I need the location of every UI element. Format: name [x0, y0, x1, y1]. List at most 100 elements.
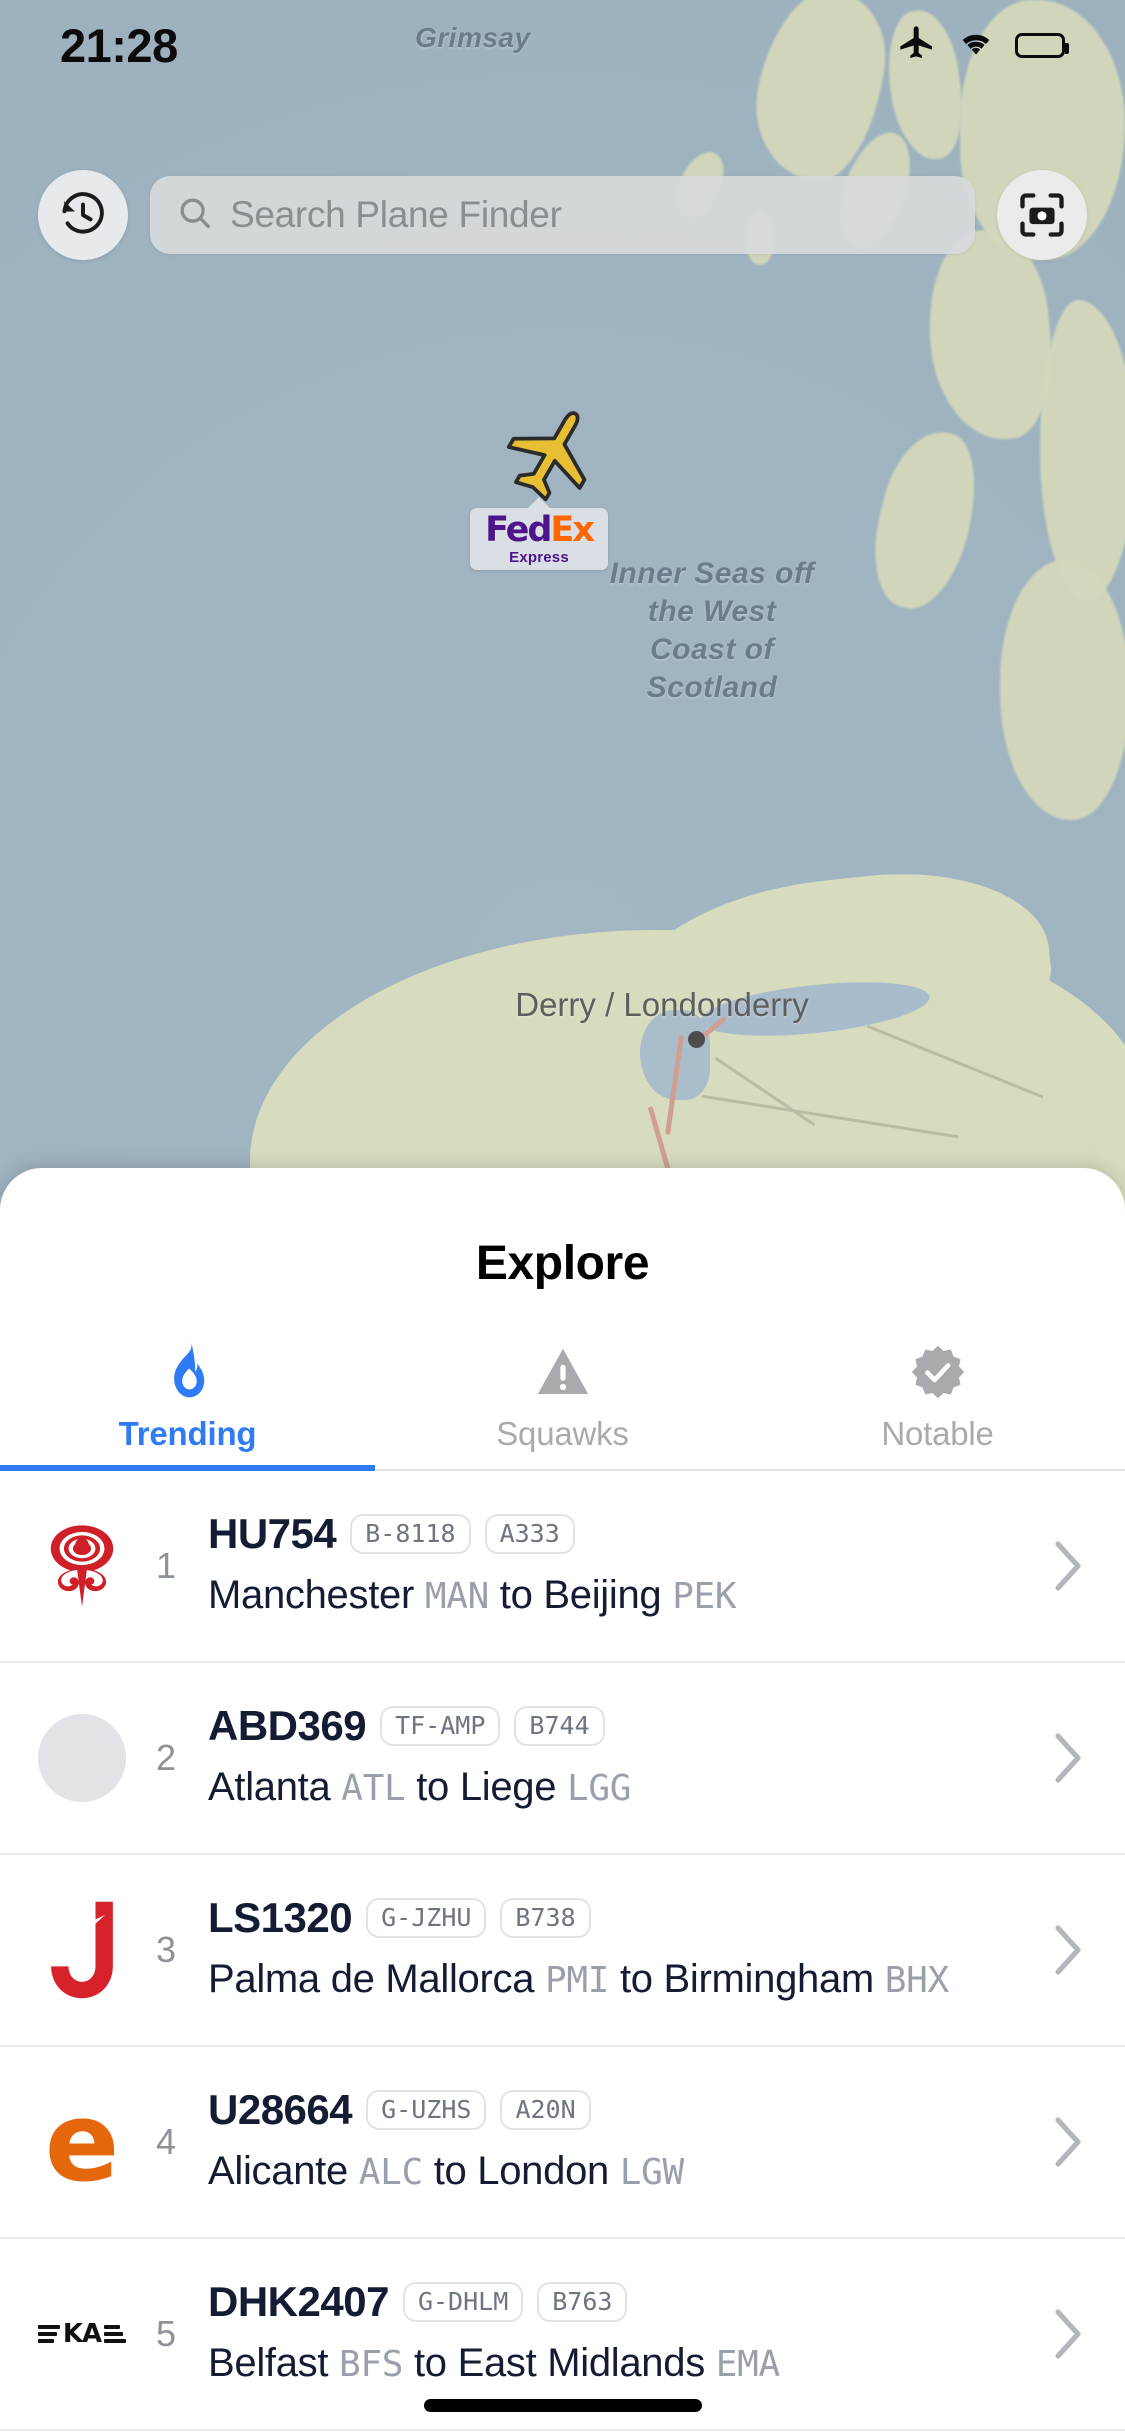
flight-list: 1 HU754 B-8118 A333 Manchester MAN to Be…: [0, 1471, 1125, 2431]
route-text: Manchester MAN to Beijing PEK: [208, 1570, 1035, 1622]
search-bar-row: Search Plane Finder: [0, 170, 1125, 260]
map-label-sea-area: Inner Seas off the West Coast of Scotlan…: [609, 557, 815, 704]
airplane-mode-icon: [897, 23, 937, 68]
route-text: Belfast BFS to East Midlands EMA: [208, 2338, 1035, 2390]
tab-trending-label: Trending: [118, 1415, 257, 1452]
flight-airline-callout[interactable]: FedEx Express: [470, 508, 608, 570]
aircraft-type-tag: A333: [484, 1514, 575, 1554]
easyjet-e-glyph: e: [44, 2077, 120, 2206]
origin-city: Atlanta: [208, 1765, 331, 1809]
dhl-bars-left: [37, 2325, 60, 2343]
chevron-right-icon[interactable]: [1045, 2114, 1091, 2170]
tab-notable[interactable]: Notable: [750, 1339, 1125, 1469]
dhl-ka-wordmark: KA: [37, 2319, 127, 2349]
search-icon: [176, 194, 214, 237]
destination-city: Beijing: [543, 1573, 662, 1617]
tab-bar: Trending Squawks Notable: [0, 1339, 1125, 1471]
status-clock: 21:28: [60, 18, 178, 72]
route-text: Palma de Mallorca PMI to Birmingham BHX: [208, 1954, 1035, 2006]
explore-bottom-sheet[interactable]: Explore Trending Squawks Notable 1 HU754…: [0, 1168, 1125, 2436]
aircraft-type-tag: B763: [537, 2282, 628, 2322]
flight-callsign: U28664: [208, 2086, 353, 2133]
registration-tag: G-DHLM: [402, 2282, 524, 2322]
origin-code: PMI: [544, 1960, 610, 2001]
destination-code: LGG: [567, 1768, 632, 1809]
aircraft-type-tag: B744: [514, 1706, 605, 1746]
rank-number: 3: [155, 1929, 177, 1970]
history-clock-icon[interactable]: [38, 170, 128, 260]
fedex-wordmark-ex: Ex: [550, 509, 595, 550]
destination-code: BHX: [884, 1960, 949, 2001]
flight-callsign: HU754: [208, 1510, 337, 1557]
logo-placeholder-circle: [38, 1714, 126, 1802]
jet2-logo: [26, 1894, 138, 2006]
chevron-right-icon[interactable]: [1045, 2306, 1091, 2362]
dhl-bars-right: [104, 2325, 127, 2343]
route-text: Atlanta ATL to Liege LGG: [208, 1762, 1035, 1814]
list-item[interactable]: 3 LS1320 G-JZHU B738 Palma de Mallorca P…: [0, 1855, 1125, 2047]
flame-icon: [162, 1339, 214, 1401]
dhl-ka-text: KA: [62, 2319, 102, 2349]
tab-trending[interactable]: Trending: [0, 1339, 375, 1471]
origin-city: Belfast: [208, 2341, 329, 2385]
rank-number: 5: [155, 2313, 177, 2354]
flight-info: HU754 B-8118 A333 Manchester MAN to Beij…: [194, 1510, 1045, 1622]
destination-code: PEK: [672, 1576, 737, 1617]
origin-code: BFS: [339, 2344, 404, 2385]
route-connector: to: [499, 1573, 533, 1617]
search-input[interactable]: Search Plane Finder: [150, 176, 975, 254]
placeholder-logo: [26, 1702, 138, 1814]
warning-triangle-icon: [534, 1339, 592, 1401]
registration-tag: G-UZHS: [366, 2090, 487, 2130]
origin-code: ALC: [358, 2152, 423, 2193]
list-item[interactable]: 1 HU754 B-8118 A333 Manchester MAN to Be…: [0, 1471, 1125, 1663]
chevron-right-icon[interactable]: [1045, 1922, 1091, 1978]
flight-callsign: LS1320: [208, 1894, 353, 1941]
status-bar: 21:28: [0, 0, 1125, 90]
registration-tag: TF-AMP: [380, 1706, 501, 1746]
route-connector: to: [416, 1765, 449, 1809]
fedex-wordmark: FedEx: [485, 509, 595, 550]
rank-number: 1: [155, 1545, 177, 1586]
flight-info: ABD369 TF-AMP B744 Atlanta ATL to Liege …: [194, 1702, 1045, 1814]
page-title: Explore: [475, 1237, 650, 1290]
city-dot-marker: [688, 1031, 705, 1048]
aircraft-type-tag: A20N: [500, 2090, 591, 2130]
destination-city: London: [477, 2149, 609, 2193]
home-indicator[interactable]: [423, 2399, 702, 2412]
route-connector: to: [413, 2341, 447, 2385]
chevron-right-icon[interactable]: [1045, 1730, 1091, 1786]
landmass: [1040, 300, 1125, 600]
route-connector: to: [433, 2149, 467, 2193]
flight-callsign: ABD369: [208, 1702, 367, 1749]
origin-city: Alicante: [208, 2149, 348, 2193]
battery-icon: [1015, 32, 1069, 58]
list-item[interactable]: e 4 U28664 G-UZHS A20N Alicante ALC to L…: [0, 2047, 1125, 2239]
landmass: [1000, 560, 1125, 820]
flight-info: U28664 G-UZHS A20N Alicante ALC to Londo…: [194, 2086, 1045, 2198]
verified-check-badge-icon: [909, 1339, 967, 1401]
flight-info: LS1320 G-JZHU B738 Palma de Mallorca PMI…: [194, 1894, 1045, 2006]
destination-code: EMA: [715, 2344, 780, 2385]
tab-squawks[interactable]: Squawks: [375, 1339, 750, 1469]
rank-number: 4: [155, 2121, 177, 2162]
wifi-icon: [955, 27, 997, 64]
hainan-airlines-logo: [26, 1510, 138, 1622]
camera-scan-icon[interactable]: [997, 170, 1087, 260]
destination-code: LGW: [619, 2152, 684, 2193]
chevron-right-icon[interactable]: [1045, 1538, 1091, 1594]
aircraft-type-tag: B738: [500, 1898, 591, 1938]
origin-city: Manchester: [208, 1573, 414, 1617]
rank-number: 2: [155, 1737, 177, 1778]
destination-city: East Midlands: [457, 2341, 706, 2385]
origin-code: MAN: [424, 1576, 489, 1617]
route-text: Alicante ALC to London LGW: [208, 2146, 1035, 2198]
tab-squawks-label: Squawks: [496, 1415, 629, 1452]
flight-info: DHK2407 G-DHLM B763 Belfast BFS to East …: [194, 2278, 1045, 2390]
tab-notable-label: Notable: [881, 1415, 994, 1452]
destination-city: Liege: [459, 1765, 557, 1809]
fedex-wordmark-fed: Fed: [485, 509, 552, 550]
registration-tag: G-JZHU: [366, 1898, 487, 1938]
list-item[interactable]: 2 ABD369 TF-AMP B744 Atlanta ATL to Lieg…: [0, 1663, 1125, 1855]
destination-city: Birmingham: [663, 1957, 875, 2001]
